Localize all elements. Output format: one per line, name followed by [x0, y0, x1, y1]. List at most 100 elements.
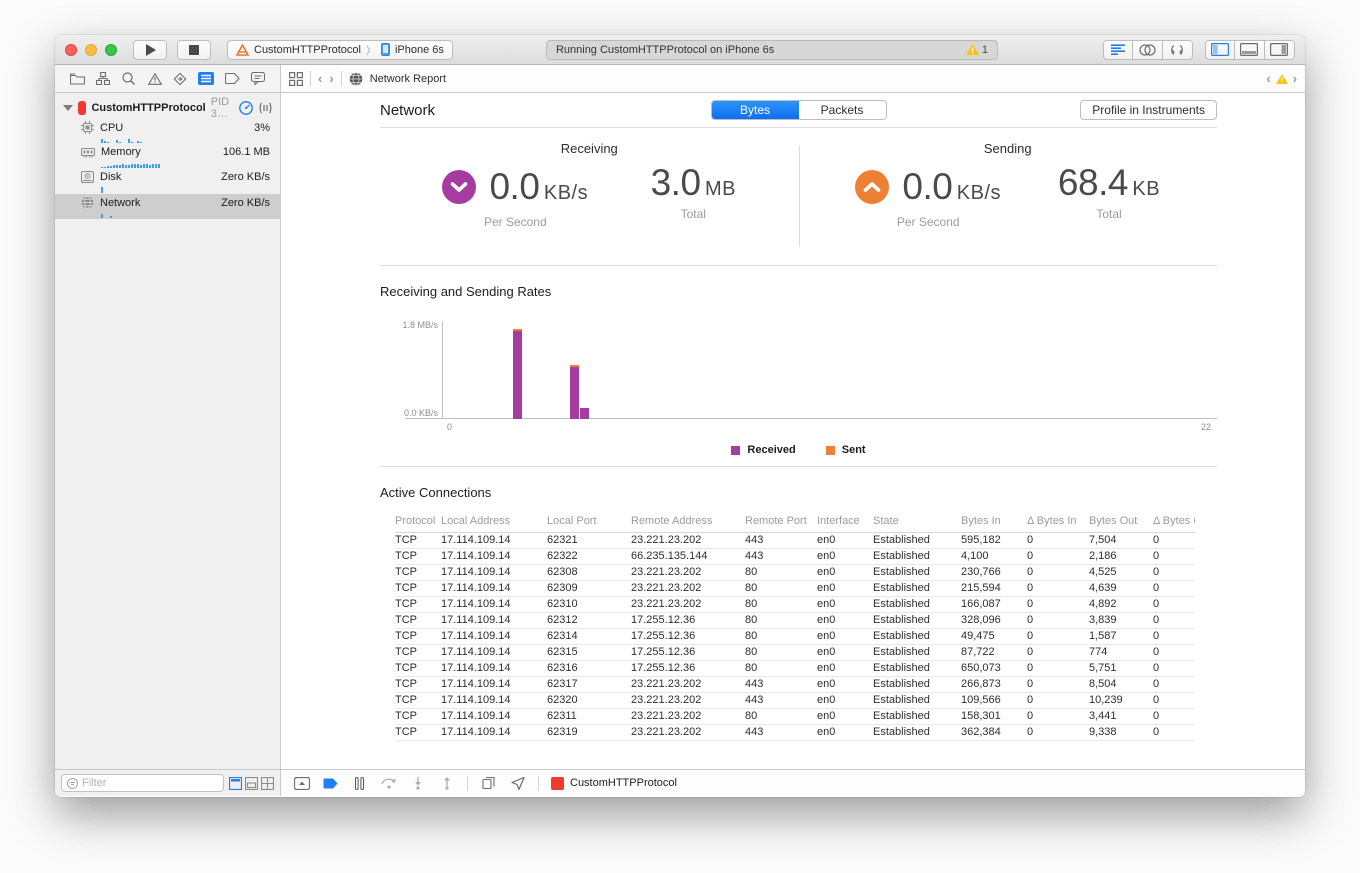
connection-row[interactable]: TCP17.114.109.146231123.221.23.20280en0E… [395, 709, 1195, 725]
simulate-location-button[interactable] [509, 775, 526, 792]
breakpoint-navigator-tab[interactable] [223, 70, 241, 88]
gauge-row-cpu[interactable]: CPU3% [55, 119, 280, 144]
connection-row[interactable]: TCP17.114.109.146231023.221.23.20280en0E… [395, 597, 1195, 613]
column-header[interactable]: State [873, 514, 961, 533]
stack-view-toggle-icon[interactable] [245, 777, 258, 790]
scheme-separator: 〉 [366, 42, 376, 57]
symbol-navigator-tab[interactable] [94, 70, 112, 88]
column-header[interactable]: Bytes Out [1089, 514, 1153, 533]
disclosure-triangle-icon[interactable] [63, 105, 73, 111]
connection-cell: 5,751 [1089, 661, 1153, 677]
activity-status-field[interactable]: Running CustomHTTPProtocol on iPhone 6s … [546, 40, 998, 60]
connection-cell: 0 [1027, 613, 1089, 629]
close-window-button[interactable] [65, 44, 77, 56]
connection-row[interactable]: TCP17.114.109.146231217.255.12.3680en0Es… [395, 613, 1195, 629]
forward-button[interactable]: › [329, 71, 333, 86]
stop-button[interactable] [177, 40, 211, 60]
project-navigator-tab[interactable] [68, 70, 86, 88]
gauge-row-disk[interactable]: DiskZero KB/s [55, 169, 280, 194]
test-navigator-tab[interactable] [171, 70, 189, 88]
connections-table[interactable]: ProtocolLocal AddressLocal PortRemote Ad… [395, 514, 1195, 741]
column-header[interactable]: Δ Bytes O [1153, 514, 1195, 533]
breakpoints-toggle-button[interactable] [322, 775, 339, 792]
connection-cell: 0 [1027, 629, 1089, 645]
receiving-total-value: 3.0 [651, 162, 701, 203]
segment-bytes[interactable]: Bytes [712, 101, 799, 119]
connection-cell: 7,504 [1089, 533, 1153, 549]
connection-row[interactable]: TCP17.114.109.146231923.221.23.202443en0… [395, 725, 1195, 741]
view-debugger-button[interactable] [480, 775, 497, 792]
connection-cell: 4,100 [961, 549, 1027, 565]
connection-row[interactable]: TCP17.114.109.146232023.221.23.202443en0… [395, 693, 1195, 709]
toggle-debug-area-button[interactable] [1235, 40, 1265, 60]
version-editor-button[interactable] [1163, 40, 1193, 60]
issue-navigator-tab[interactable] [146, 70, 164, 88]
connection-cell: 62320 [547, 693, 631, 709]
next-issue-button[interactable]: › [1293, 71, 1297, 86]
warning-badge[interactable]: 1 [966, 44, 988, 56]
minimize-window-button[interactable] [85, 44, 97, 56]
process-pid: PID 3… [211, 96, 234, 120]
connection-row[interactable]: TCP17.114.109.146230923.221.23.20280en0E… [395, 581, 1195, 597]
debug-process-selector[interactable]: CustomHTTPProtocol [551, 777, 677, 790]
connection-cell: 80 [745, 661, 817, 677]
run-button[interactable] [133, 40, 167, 60]
column-header[interactable]: Protocol [395, 514, 441, 533]
connection-cell: 23.221.23.202 [631, 597, 745, 613]
filter-input[interactable] [82, 777, 218, 789]
network-icon [81, 196, 94, 209]
legend-label: Sent [842, 444, 866, 456]
connection-row[interactable]: TCP17.114.109.146231723.221.23.202443en0… [395, 677, 1195, 693]
toggle-inspector-button[interactable] [1265, 40, 1295, 60]
gauge-row-memory[interactable]: Memory106.1 MB [55, 144, 280, 169]
standard-editor-button[interactable] [1103, 40, 1133, 60]
profile-in-instruments-button[interactable]: Profile in Instruments [1080, 100, 1217, 120]
profile-gauge-icon[interactable] [239, 101, 253, 115]
throughput-summary: Receiving 0.0 KB/s Per Second [380, 128, 1217, 266]
zoom-window-button[interactable] [105, 44, 117, 56]
sending-label: Sending [984, 141, 1032, 156]
column-header[interactable]: Remote Port [745, 514, 817, 533]
connection-cell: 23.221.23.202 [631, 677, 745, 693]
related-items-icon[interactable] [289, 72, 303, 86]
step-into-button[interactable] [409, 775, 426, 792]
connection-row[interactable]: TCP17.114.109.146231617.255.12.3680en0Es… [395, 661, 1195, 677]
previous-issue-button[interactable]: ‹ [1266, 71, 1270, 86]
segment-packets[interactable]: Packets [799, 101, 886, 119]
gauge-row-network[interactable]: NetworkZero KB/s [55, 194, 280, 219]
report-navigator-tab[interactable] [249, 70, 267, 88]
debug-navigator-tab[interactable] [197, 70, 215, 88]
memory-graph-icon[interactable] [259, 102, 272, 114]
receiving-summary: Receiving 0.0 KB/s Per Second [380, 141, 799, 265]
jump-bar-title[interactable]: Network Report [370, 73, 446, 85]
step-over-button[interactable] [380, 775, 397, 792]
connection-row[interactable]: TCP17.114.109.146231417.255.12.3680en0Es… [395, 629, 1195, 645]
connection-row[interactable]: TCP17.114.109.146232123.221.23.202443en0… [395, 533, 1195, 549]
connection-cell: 0 [1153, 693, 1195, 709]
step-out-button[interactable] [438, 775, 455, 792]
search-navigator-tab[interactable] [120, 70, 138, 88]
column-header[interactable]: Interface [817, 514, 873, 533]
scheme-selector[interactable]: CustomHTTPProtocol 〉 iPhone 6s [227, 40, 453, 60]
connection-cell: 17.114.109.14 [441, 725, 547, 741]
grid-view-toggle-icon[interactable] [261, 777, 274, 790]
column-header[interactable]: Δ Bytes In [1027, 514, 1089, 533]
back-button[interactable]: ‹ [318, 71, 322, 86]
pause-execution-button[interactable] [351, 775, 368, 792]
flat-view-toggle-icon[interactable] [229, 777, 242, 790]
connection-cell: en0 [817, 565, 873, 581]
connection-row[interactable]: TCP17.114.109.146231517.255.12.3680en0Es… [395, 645, 1195, 661]
column-header[interactable]: Local Address [441, 514, 547, 533]
connection-row[interactable]: TCP17.114.109.146230823.221.23.20280en0E… [395, 565, 1195, 581]
process-row[interactable]: CustomHTTPProtocol PID 3… [55, 96, 280, 119]
hide-debug-area-button[interactable] [293, 775, 310, 792]
connection-cell: en0 [817, 549, 873, 565]
connection-cell: 23.221.23.202 [631, 693, 745, 709]
connection-row[interactable]: TCP17.114.109.146232266.235.135.144443en… [395, 549, 1195, 565]
column-header[interactable]: Local Port [547, 514, 631, 533]
assistant-editor-button[interactable] [1133, 40, 1163, 60]
filter-field[interactable] [61, 774, 224, 792]
column-header[interactable]: Bytes In [961, 514, 1027, 533]
toggle-navigator-button[interactable] [1205, 40, 1235, 60]
column-header[interactable]: Remote Address [631, 514, 745, 533]
